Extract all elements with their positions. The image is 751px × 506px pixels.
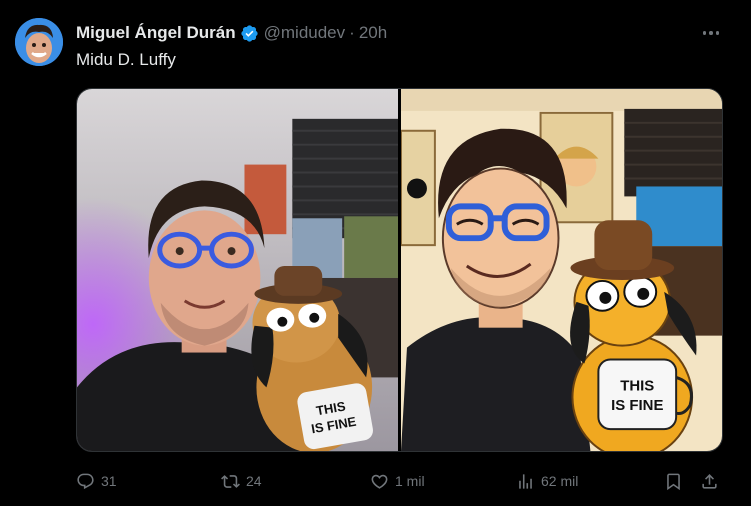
share-icon — [700, 472, 719, 491]
reply-button[interactable]: 31 — [76, 470, 117, 492]
separator-dot: · — [349, 23, 355, 42]
like-button[interactable]: 1 mil — [370, 470, 425, 492]
tweet-header: Miguel Ángel Durán @midudev · 20h — [76, 22, 387, 44]
mug-text-line1: THIS — [620, 377, 654, 394]
views-count: 62 mil — [541, 473, 579, 489]
more-options-icon[interactable] — [697, 22, 725, 44]
mug-text-line2: IS FINE — [611, 397, 663, 414]
media-grid: THIS IS FINE THIS IS FINE — [76, 88, 723, 452]
reply-icon — [76, 472, 95, 491]
author-handle[interactable]: @midudev — [264, 23, 346, 43]
like-icon — [370, 472, 389, 491]
repost-button[interactable]: 24 — [221, 470, 262, 492]
views-button[interactable]: 62 mil — [516, 470, 578, 492]
repost-icon — [221, 472, 240, 491]
tweet-timestamp[interactable]: 20h — [359, 23, 387, 43]
author-name[interactable]: Miguel Ángel Durán — [76, 23, 236, 43]
views-icon — [516, 472, 535, 491]
bookmark-icon — [664, 472, 683, 491]
like-count: 1 mil — [395, 473, 425, 489]
tweet-text: Midu D. Luffy — [76, 50, 176, 69]
media-image-illustration[interactable]: THIS IS FINE — [401, 89, 722, 451]
author-avatar[interactable] — [15, 18, 63, 66]
bookmark-button[interactable] — [664, 470, 683, 492]
verified-badge-icon[interactable] — [240, 24, 259, 43]
tweet-actions: 31 24 1 mil 62 mil — [76, 470, 726, 492]
repost-count: 24 — [246, 473, 262, 489]
reply-count: 31 — [101, 473, 117, 489]
media-image-photo[interactable]: THIS IS FINE — [77, 89, 398, 451]
share-button[interactable] — [700, 470, 719, 492]
